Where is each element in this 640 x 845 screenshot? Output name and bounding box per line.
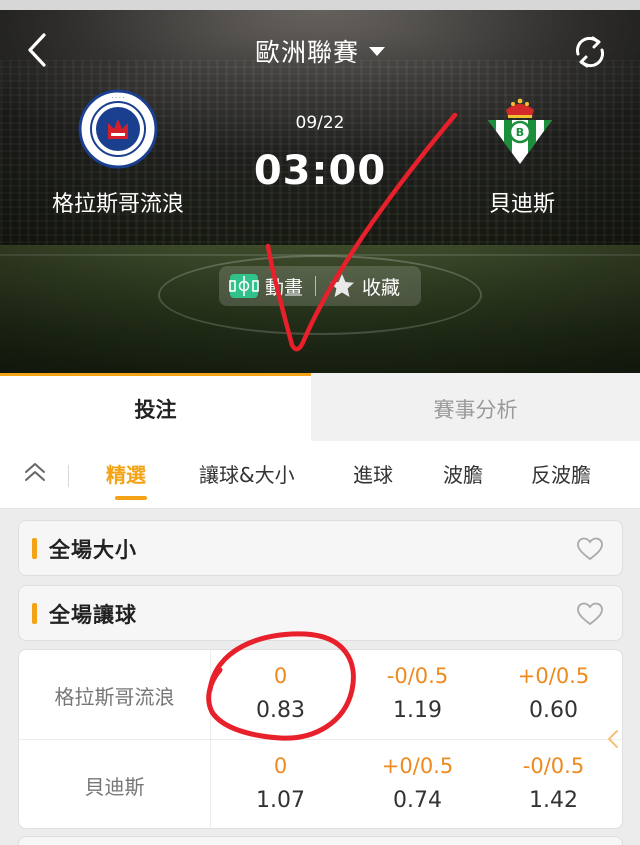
match-actions: 動畫 收藏 (219, 266, 421, 306)
animation-button[interactable]: 動畫 (229, 273, 303, 300)
tab-handicap-over-under[interactable]: 讓球&大小 (199, 459, 295, 488)
league-selector[interactable]: 歐洲聯賽 (220, 33, 420, 69)
section-full-time-handicap[interactable]: 全場讓球 (18, 585, 623, 641)
odds-cell[interactable]: +0/0.5 0.74 (349, 740, 486, 828)
main-tabs: 投注 賽事分析 (0, 373, 640, 441)
odds-price: 1.19 (393, 698, 442, 723)
section-full-time-over-under[interactable]: 全場大小 (18, 520, 623, 576)
heart-icon[interactable] (576, 601, 604, 627)
match-date: 09/22 (295, 113, 345, 133)
match-header: 歐洲聯賽 · · · · 格拉斯哥流浪 09/22 03:00 B 貝迪斯 動畫… (0, 0, 640, 373)
league-title: 歐洲聯賽 (254, 38, 359, 67)
tab-correct-score[interactable]: 波膽 (443, 459, 483, 488)
odds-cell[interactable]: 0 1.07 (212, 740, 349, 828)
odds-team-name: 貝迪斯 (19, 740, 211, 828)
odds-price: 0.60 (529, 698, 578, 723)
divider (315, 276, 317, 296)
section-title: 全場大小 (49, 538, 137, 562)
rangers-crest-logo: · · · · (78, 89, 158, 169)
odds-cell[interactable]: -0/0.5 1.19 (349, 650, 486, 740)
handicap-line: -0/0.5 (386, 664, 449, 688)
tab-goals[interactable]: 進球 (353, 459, 393, 488)
odds-price: 0.83 (256, 698, 305, 723)
chevron-left-icon (28, 33, 46, 67)
svg-text:· · · ·: · · · · (111, 95, 124, 102)
pitch-icon (229, 274, 259, 298)
odds-price: 1.42 (529, 788, 578, 813)
favorite-button[interactable]: 收藏 (328, 272, 400, 300)
tab-bet[interactable]: 投注 (0, 373, 311, 441)
home-team-name: 格拉斯哥流浪 (51, 192, 184, 217)
handicap-odds-table: 格拉斯哥流浪 0 0.83 -0/0.5 1.19 +0/0.5 0.60 貝迪… (18, 649, 623, 829)
handicap-line: -0/0.5 (522, 754, 585, 778)
handicap-line: 0 (273, 754, 288, 778)
odds-cell[interactable]: -0/0.5 1.42 (485, 740, 622, 828)
odds-team-name: 格拉斯哥流浪 (19, 650, 211, 740)
svg-text:B: B (516, 126, 524, 139)
active-tab-indicator (115, 496, 147, 500)
real-betis-crest-logo: B (480, 92, 560, 172)
handicap-line: +0/0.5 (517, 664, 590, 688)
star-icon (330, 274, 355, 297)
caret-down-icon (369, 46, 385, 56)
market-filter-tabs: 精選 讓球&大小 進球 波膽 反波膽 (0, 441, 640, 509)
odds-cell[interactable]: +0/0.5 0.60 (485, 650, 622, 740)
section-title: 全場讓球 (49, 603, 137, 627)
section-accent-bar (32, 603, 37, 624)
section-accent-bar (32, 538, 37, 559)
away-team-name: 貝迪斯 (488, 192, 555, 217)
handicap-line: +0/0.5 (381, 754, 454, 778)
animation-label: 動畫 (265, 276, 304, 299)
tab-anti-correct-score[interactable]: 反波膽 (531, 459, 591, 488)
favorite-label: 收藏 (362, 276, 401, 299)
match-time: 03:00 (253, 148, 387, 194)
status-strip (0, 0, 640, 10)
odds-price: 0.74 (393, 788, 442, 813)
refresh-button[interactable] (570, 32, 610, 72)
chevron-left-icon[interactable] (606, 729, 620, 749)
heart-icon[interactable] (576, 536, 604, 562)
odds-row-home: 格拉斯哥流浪 0 0.83 -0/0.5 1.19 +0/0.5 0.60 (19, 650, 622, 740)
back-button[interactable] (18, 30, 58, 70)
refresh-icon (575, 36, 605, 68)
tab-match-analysis[interactable]: 賽事分析 (311, 373, 640, 441)
tab-featured[interactable]: 精選 (106, 459, 146, 488)
handicap-line: 0 (273, 664, 288, 688)
odds-price: 1.07 (256, 788, 305, 813)
next-section-header[interactable] (18, 836, 623, 845)
odds-row-away: 貝迪斯 0 1.07 +0/0.5 0.74 -0/0.5 1.42 (19, 740, 622, 828)
double-chevron-up-icon (25, 463, 45, 481)
divider (68, 465, 69, 487)
collapse-button[interactable] (20, 457, 50, 487)
odds-cell[interactable]: 0 0.83 (212, 650, 349, 740)
